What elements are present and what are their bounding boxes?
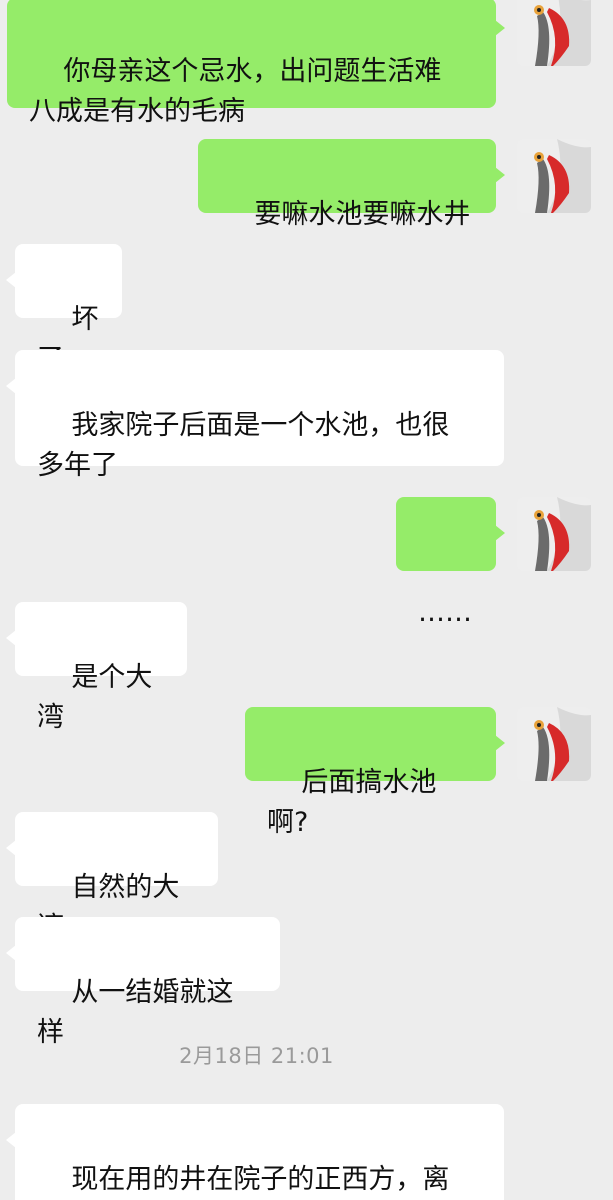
message-text: 现在用的井在院子的正西方，离 主房一米半左右 [71,1164,450,1195]
incoming-message-bubble[interactable]: 是个大湾 [6,602,187,733]
pelican-avatar-icon[interactable] [517,139,591,213]
incoming-message-bubble[interactable]: 自然的大湾 [6,812,218,943]
outgoing-message-bubble[interactable]: 后面搞水池啊? [245,707,505,838]
message-timestamp: 2月18日 21:01 [179,1044,334,1068]
pelican-avatar-icon[interactable] [517,707,591,781]
message-text: 后面搞水池啊? [267,767,437,838]
pelican-avatar-icon[interactable] [517,0,591,66]
message-text: 是个大湾 [37,662,153,733]
message-text: 你母亲这个忌水，出问题生活难 八成是有水的毛病 [29,56,442,127]
message-text: 我家院子后面是一个水池，也很 多年了 [37,410,450,481]
incoming-message-bubble[interactable]: 从一结婚就这样 [6,917,280,1048]
incoming-message-bubble[interactable]: 坏了 [6,244,122,375]
outgoing-message-bubble[interactable]: 你母亲这个忌水，出问题生活难 八成是有水的毛病 [7,0,505,127]
chat-message-list[interactable]: 你母亲这个忌水，出问题生活难 八成是有水的毛病 要嘛水池要嘛水井 坏了 我家院子… [0,0,613,1200]
incoming-message-bubble[interactable]: 现在用的井在院子的正西方，离 主房一米半左右 [6,1104,504,1200]
outgoing-message-bubble[interactable]: …… [396,497,505,628]
message-text: 从一结婚就这样 [37,977,234,1048]
message-text: …… [418,597,472,628]
incoming-message-bubble[interactable]: 我家院子后面是一个水池，也很 多年了 [6,350,504,481]
outgoing-message-bubble[interactable]: 要嘛水池要嘛水井 [198,139,505,230]
pelican-avatar-icon[interactable] [517,497,591,571]
message-text: 要嘛水池要嘛水井 [254,199,471,230]
